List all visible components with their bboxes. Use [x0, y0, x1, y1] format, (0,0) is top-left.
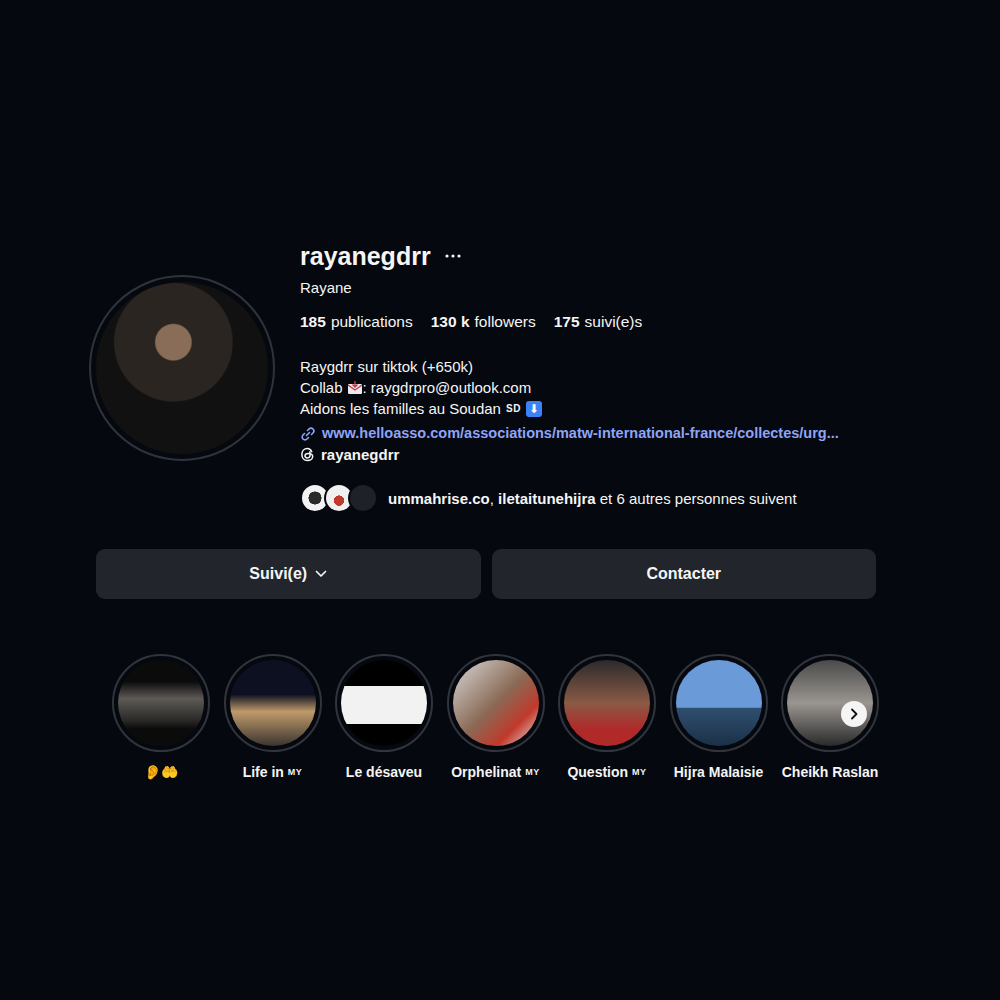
flag: SD: [506, 398, 521, 419]
stat[interactable]: 130 kfollowers: [431, 312, 536, 332]
avatar-photo: [96, 282, 268, 454]
profile-info: rayanegdrr Rayane 185publications 130 kfoll…: [300, 240, 839, 513]
profile-page: rayanegdrr Rayane 185publications 130 kfoll…: [0, 0, 1000, 1000]
flag: MY: [288, 762, 303, 782]
profile-header: rayanegdrr Rayane 185publications 130 kfoll…: [89, 240, 889, 513]
chevron-down-icon: [315, 570, 327, 578]
highlight-label: Life inMY: [243, 762, 303, 782]
highlight-cover: [564, 660, 650, 746]
bio-line: Collab: raygdrpro@outlook.com: [300, 377, 839, 398]
highlight-ring: [781, 654, 879, 752]
highlight-cover: [118, 660, 204, 746]
bio: Raygdrr sur tiktok (+650k)Collab: raygdr…: [300, 356, 839, 419]
highlight-ring: [447, 654, 545, 752]
bio-line: Raygdrr sur tiktok (+650k): [300, 356, 839, 377]
highlight[interactable]: QuestionMY: [558, 654, 656, 782]
stats: 185publications 130 kfollowers 175suivi(e)…: [300, 312, 839, 332]
username-row: rayanegdrr: [300, 240, 839, 272]
envelope-icon: [347, 381, 363, 395]
followed-by[interactable]: ummahrise.co, iletaitunehijra et 6 autre…: [300, 483, 839, 513]
display-name: Rayane: [300, 278, 839, 298]
link-icon: [300, 426, 316, 442]
action-buttons: Suivi(e)Contacter: [96, 549, 876, 599]
bio-line: Aidons les familles au SoudanSD⬇: [300, 398, 839, 419]
highlight[interactable]: OrphelinatMY: [447, 654, 545, 782]
stat[interactable]: 175suivi(e)s: [554, 312, 643, 332]
follower-avatar: [348, 483, 378, 513]
profile: rayanegdrr Rayane 185publications 130 kfoll…: [89, 240, 889, 782]
threads-link[interactable]: rayanegdrr: [300, 444, 839, 465]
highlight[interactable]: 👂🤲: [112, 654, 210, 782]
highlight-cover: [676, 660, 762, 746]
followed-by-text: ummahrise.co, iletaitunehijra et 6 autre…: [388, 490, 797, 507]
threads-icon: [300, 447, 315, 462]
more-options-icon[interactable]: [443, 252, 463, 260]
highlight-label: 👂🤲: [144, 762, 178, 782]
profile-avatar[interactable]: [89, 275, 275, 461]
highlight[interactable]: Le désaveu: [335, 654, 433, 782]
highlight-label: Hijra Malaisie: [674, 762, 764, 782]
highlight-cover: [230, 660, 316, 746]
bio-link[interactable]: www.helloasso.com/associations/matw-inte…: [300, 423, 839, 444]
highlight-ring: [670, 654, 768, 752]
highlight-cover: [453, 660, 539, 746]
highlight[interactable]: Hijra Malaisie: [670, 654, 768, 782]
highlight-ring: [112, 654, 210, 752]
stat[interactable]: 185publications: [300, 312, 413, 332]
highlight-label: QuestionMY: [567, 762, 646, 782]
highlight-label: Le désaveu: [346, 762, 422, 782]
follow-button[interactable]: Suivi(e): [96, 549, 481, 599]
highlight-label: Cheikh Raslan: [782, 762, 878, 782]
chevron-right-icon: [848, 708, 860, 720]
highlight-ring: [224, 654, 322, 752]
highlight-ring: [335, 654, 433, 752]
next-button[interactable]: [841, 701, 867, 727]
highlight-label: OrphelinatMY: [451, 762, 540, 782]
contact-button[interactable]: Contacter: [492, 549, 877, 599]
flag: MY: [632, 762, 647, 782]
highlight[interactable]: Life inMY: [224, 654, 322, 782]
highlight-cover: [341, 660, 427, 746]
story-highlights: 👂🤲 Life inMY Le désaveu OrphelinatMY Questio…: [112, 654, 877, 782]
follower-avatars: [300, 483, 378, 513]
highlight-ring: [558, 654, 656, 752]
username: rayanegdrr: [300, 240, 431, 272]
down-arrow-emoji: ⬇: [526, 401, 542, 417]
flag: MY: [525, 762, 540, 782]
